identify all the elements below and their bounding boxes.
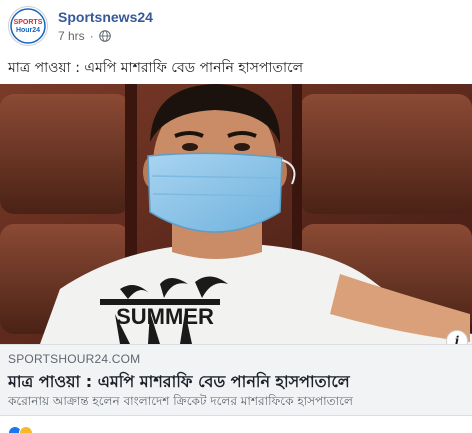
post-header: SPORTS Hour24 Sportsnews24 7 hrs · — [0, 0, 472, 52]
page-name[interactable]: Sportsnews24 — [58, 9, 153, 25]
link-preview-card[interactable]: SPORTSHOUR24.COM মাত্র পাওয়া : এমপি মাশ… — [0, 344, 472, 416]
shirt-text: SUMMER — [116, 304, 214, 329]
globe-icon[interactable] — [98, 30, 111, 42]
sportshour24-logo: SPORTS Hour24 — [10, 8, 46, 44]
logo-line2: Hour24 — [16, 27, 40, 34]
page-avatar[interactable]: SPORTS Hour24 — [8, 6, 48, 46]
logo-line1: SPORTS — [14, 19, 43, 26]
post-timestamp[interactable]: 7 hrs — [58, 29, 85, 43]
post-meta: 7 hrs · — [58, 29, 111, 43]
link-description: করোনায় আক্রান্ত হলেন বাংলাদেশ ক্রিকেট দ… — [8, 394, 353, 408]
wow-reaction-icon — [19, 426, 33, 433]
photo-man-with-mask: SUMMER — [0, 84, 472, 344]
link-domain: SPORTSHOUR24.COM — [8, 352, 141, 366]
link-title[interactable]: মাত্র পাওয়া : এমপি মাশরাফি বেড পাননি হা… — [8, 369, 350, 396]
reaction-icons[interactable] — [8, 426, 33, 433]
post-text: মাত্র পাওয়া : এমপি মাশরাফি বেড পাননি হা… — [8, 60, 304, 76]
meta-separator: · — [89, 29, 94, 43]
post-photo[interactable]: SUMMER — [0, 84, 472, 344]
